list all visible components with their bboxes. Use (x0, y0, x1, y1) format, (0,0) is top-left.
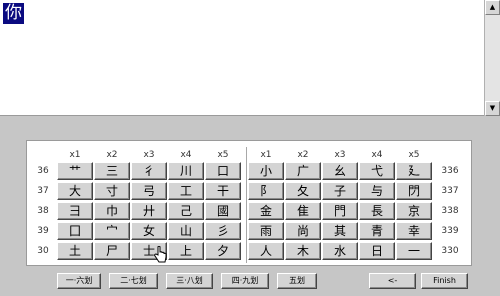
radical-key[interactable]: 阝 (248, 182, 284, 200)
column-header: x1 (260, 150, 272, 160)
row-label: 339 (441, 226, 459, 236)
column-header: x4 (371, 150, 383, 160)
row-label: 30 (37, 246, 49, 256)
row-label: 338 (441, 206, 459, 216)
column-header: x2 (106, 150, 118, 160)
radical-key[interactable]: 尸 (94, 242, 130, 260)
radical-key[interactable]: 子 (322, 182, 358, 200)
radical-key[interactable]: 其 (322, 222, 358, 240)
radical-key[interactable]: 大 (57, 182, 93, 200)
radical-key[interactable]: 土 (57, 242, 93, 260)
radical-key[interactable]: 長 (359, 202, 395, 220)
stroke-2-7-button[interactable]: 二·七划 (109, 273, 158, 289)
radical-key[interactable]: 閁 (396, 182, 432, 200)
radical-key[interactable]: 小 (248, 162, 284, 180)
column-header: x4 (180, 150, 192, 160)
radical-key[interactable]: 女 (131, 222, 167, 240)
radical-key[interactable]: 广 (285, 162, 321, 180)
row-label: 37 (37, 186, 49, 196)
radical-key[interactable]: 京 (396, 202, 432, 220)
radical-key[interactable]: 人 (248, 242, 284, 260)
column-header: x5 (408, 150, 420, 160)
radical-key[interactable]: 幺 (322, 162, 358, 180)
scroll-up-button[interactable]: ▲ (485, 0, 500, 15)
row-label: 38 (37, 206, 49, 216)
radical-key[interactable]: 雨 (248, 222, 284, 240)
composed-character: 你 (3, 3, 24, 24)
radical-key[interactable]: 寸 (94, 182, 130, 200)
radical-key[interactable]: 彐 (57, 202, 93, 220)
radical-key[interactable]: 川 (168, 162, 204, 180)
stroke-3-8-button[interactable]: 三·八划 (166, 273, 213, 289)
row-label: 336 (441, 166, 459, 176)
hand-cursor-icon (154, 246, 167, 263)
radical-key[interactable]: 弓 (131, 182, 167, 200)
radical-key[interactable]: 國 (205, 202, 241, 220)
stroke-1-6-button[interactable]: 一·六划 (57, 273, 101, 289)
radical-key[interactable]: 隹 (285, 202, 321, 220)
radical-key[interactable]: 木 (285, 242, 321, 260)
radical-key[interactable]: 三 (94, 162, 130, 180)
radical-key[interactable]: 金 (248, 202, 284, 220)
radical-key[interactable]: 廾 (131, 202, 167, 220)
row-label: 337 (441, 186, 459, 196)
row-label: 330 (441, 246, 459, 256)
row-label: 36 (37, 166, 49, 176)
radical-key[interactable]: 山 (168, 222, 204, 240)
radical-key[interactable]: 己 (168, 202, 204, 220)
text-area[interactable]: 你 ▲ ▼ (0, 0, 500, 116)
vertical-scrollbar[interactable]: ▲ ▼ (484, 0, 500, 116)
stroke-4-9-button[interactable]: 四·九划 (221, 273, 269, 289)
radical-key[interactable]: 干 (205, 182, 241, 200)
radical-key[interactable]: 日 (359, 242, 395, 260)
radical-keyboard-panel: x1 x2 x3 x4 x5 x1 x2 x3 x4 x5 36 336 艹三彳川口… (26, 140, 472, 266)
column-header: x5 (217, 150, 229, 160)
scroll-down-button[interactable]: ▼ (485, 101, 500, 116)
radical-key[interactable]: 一 (396, 242, 432, 260)
radical-key[interactable]: 水 (322, 242, 358, 260)
radical-key[interactable]: 弋 (359, 162, 395, 180)
radical-key[interactable]: 幸 (396, 222, 432, 240)
radical-key[interactable]: 廴 (396, 162, 432, 180)
radical-key[interactable]: 青 (359, 222, 395, 240)
radical-key[interactable]: 巾 (94, 202, 130, 220)
stroke-5-button[interactable]: 五划 (277, 273, 317, 289)
radical-key[interactable]: 囗 (57, 222, 93, 240)
radical-key[interactable]: 与 (359, 182, 395, 200)
finish-button[interactable]: Finish (421, 273, 468, 289)
radical-key[interactable]: 宀 (94, 222, 130, 240)
radical-key[interactable]: 上 (168, 242, 204, 260)
radical-key[interactable]: 艹 (57, 162, 93, 180)
column-header: x1 (69, 150, 81, 160)
row-label: 39 (37, 226, 49, 236)
radical-key[interactable]: 彳 (131, 162, 167, 180)
radical-key[interactable]: 口 (205, 162, 241, 180)
column-header: x3 (334, 150, 346, 160)
radical-key[interactable]: 工 (168, 182, 204, 200)
panel-divider (246, 147, 247, 263)
radical-key[interactable]: 夂 (285, 182, 321, 200)
radical-key[interactable]: 門 (322, 202, 358, 220)
radical-key[interactable]: 尚 (285, 222, 321, 240)
radical-key[interactable]: 夕 (205, 242, 241, 260)
radical-key[interactable]: 彡 (205, 222, 241, 240)
backspace-button[interactable]: <- (369, 273, 416, 289)
column-header: x3 (143, 150, 155, 160)
column-header: x2 (297, 150, 309, 160)
